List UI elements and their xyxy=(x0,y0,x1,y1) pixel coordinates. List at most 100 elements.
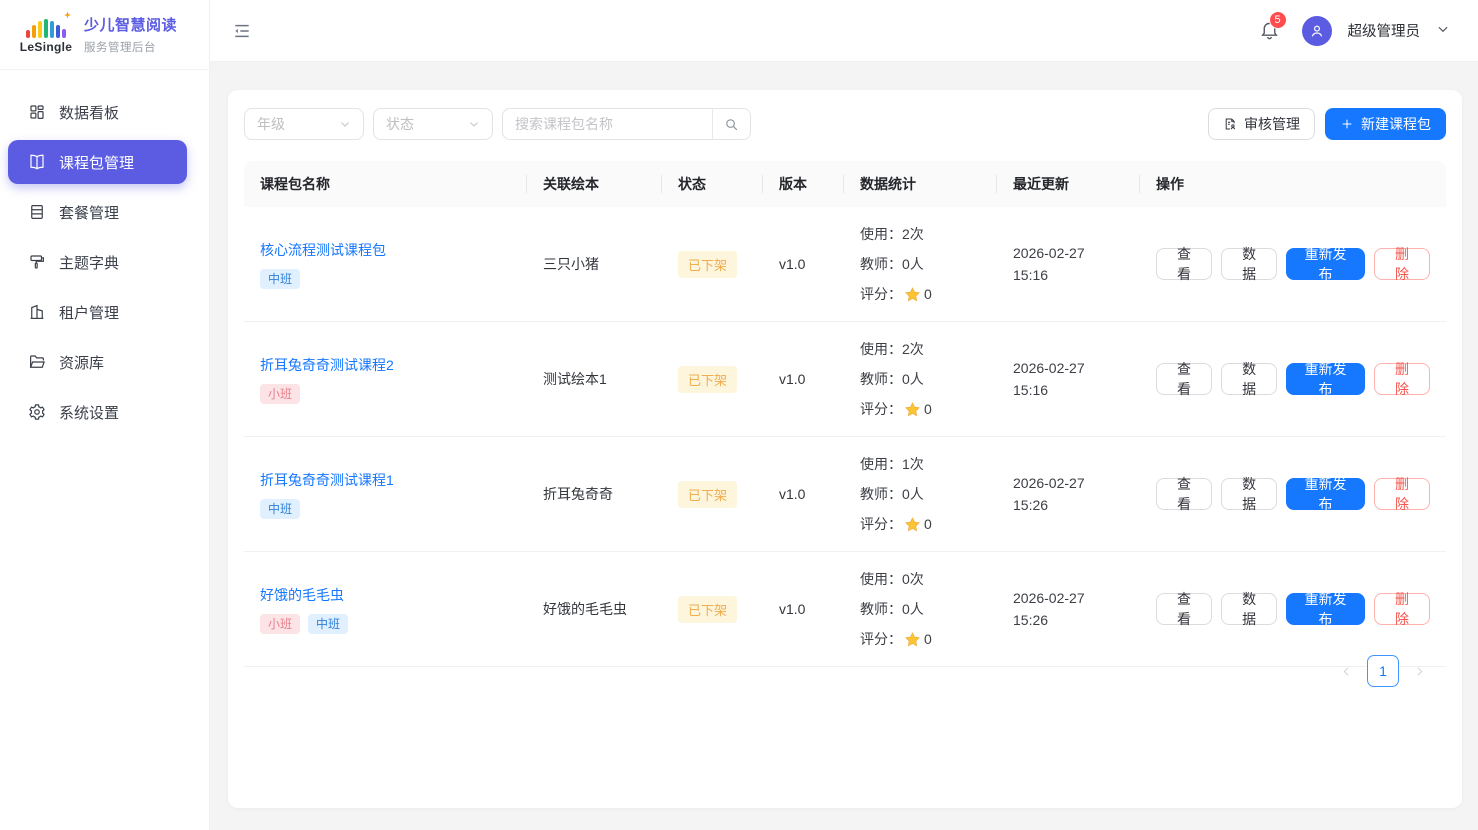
data-button[interactable]: 数 据 xyxy=(1221,593,1277,625)
delete-button[interactable]: 删 除 xyxy=(1374,248,1430,280)
create-course-package-button[interactable]: 新建课程包 xyxy=(1325,108,1446,140)
sidebar-item-label: 主题字典 xyxy=(59,252,119,273)
chevron-down-icon xyxy=(1436,22,1450,36)
republish-button[interactable]: 重新发布 xyxy=(1286,248,1365,280)
chevron-right-icon xyxy=(1413,665,1426,678)
previous-page-button[interactable] xyxy=(1340,665,1353,678)
package-name-link[interactable]: 好饿的毛毛虫 xyxy=(260,585,344,605)
teacher-value: 0人 xyxy=(902,594,924,624)
teacher-value: 0人 xyxy=(902,479,924,509)
book-name: 测试绘本1 xyxy=(527,369,662,389)
sidebar-item-tenant-management[interactable]: 租户管理 xyxy=(8,290,187,334)
package-list-icon xyxy=(28,203,46,221)
gear-icon xyxy=(28,403,46,421)
delete-button[interactable]: 删 除 xyxy=(1374,363,1430,395)
notification-count-badge: 5 xyxy=(1269,11,1287,29)
teacher-value: 0人 xyxy=(902,249,924,279)
content-card: 年级 状态 审核管理 新建课程包 xyxy=(228,90,1462,808)
updated-time: 15:26 xyxy=(1013,609,1124,631)
table-row: 核心流程测试课程包 中班 三只小猪 已下架 v1.0 使用：2次 教师：0人 评… xyxy=(244,207,1446,322)
sidebar-item-dashboard[interactable]: 数据看板 xyxy=(8,90,187,134)
pagination: 1 xyxy=(1340,655,1426,687)
updated-time: 15:16 xyxy=(1013,264,1124,286)
delete-button[interactable]: 删 除 xyxy=(1374,593,1430,625)
filter-bar: 年级 状态 审核管理 新建课程包 xyxy=(244,108,1446,140)
sidebar-item-resource-library[interactable]: 资源库 xyxy=(8,340,187,384)
book-name: 折耳兔奇奇 xyxy=(527,484,662,504)
search-icon xyxy=(724,117,739,132)
chevron-down-icon xyxy=(468,118,480,130)
book-icon xyxy=(28,153,46,171)
page-number-button[interactable]: 1 xyxy=(1367,655,1399,687)
column-header-version: 版本 xyxy=(763,174,844,194)
package-name-link[interactable]: 核心流程测试课程包 xyxy=(260,240,386,260)
view-button[interactable]: 查 看 xyxy=(1156,593,1212,625)
updated-date: 2026-02-27 xyxy=(1013,357,1124,379)
sidebar-item-label: 课程包管理 xyxy=(59,152,134,173)
view-button[interactable]: 查 看 xyxy=(1156,363,1212,395)
package-name-link[interactable]: 折耳兔奇奇测试课程2 xyxy=(260,355,394,375)
star-icon xyxy=(904,516,921,533)
data-button[interactable]: 数 据 xyxy=(1221,363,1277,395)
view-button[interactable]: 查 看 xyxy=(1156,248,1212,280)
grade-select[interactable]: 年级 xyxy=(244,108,364,140)
next-page-button[interactable] xyxy=(1413,665,1426,678)
status-badge: 已下架 xyxy=(678,481,737,508)
audit-management-button[interactable]: 审核管理 xyxy=(1208,108,1315,140)
delete-button[interactable]: 删 除 xyxy=(1374,478,1430,510)
republish-button[interactable]: 重新发布 xyxy=(1286,363,1365,395)
search-field xyxy=(502,108,751,140)
sidebar-item-system-settings[interactable]: 系统设置 xyxy=(8,390,187,434)
sidebar-item-label: 租户管理 xyxy=(59,302,119,323)
sidebar-item-plan-management[interactable]: 套餐管理 xyxy=(8,190,187,234)
status-select[interactable]: 状态 xyxy=(373,108,493,140)
status-badge: 已下架 xyxy=(678,366,737,393)
updated-time: 15:16 xyxy=(1013,379,1124,401)
sidebar-item-course-packages[interactable]: 课程包管理 xyxy=(8,140,187,184)
star-icon xyxy=(904,401,921,418)
teacher-value: 0人 xyxy=(902,364,924,394)
search-button[interactable] xyxy=(712,109,750,139)
sidebar-item-label: 数据看板 xyxy=(59,102,119,123)
rating-value: 0 xyxy=(924,509,932,539)
notification-bell-button[interactable]: 5 xyxy=(1259,19,1280,43)
folder-icon xyxy=(28,353,46,371)
usage-value: 1次 xyxy=(902,449,924,479)
column-header-actions: 操作 xyxy=(1140,174,1446,194)
data-button[interactable]: 数 据 xyxy=(1221,248,1277,280)
search-input[interactable] xyxy=(503,109,712,139)
sidebar-collapse-button[interactable] xyxy=(232,21,252,41)
usage-value: 2次 xyxy=(902,219,924,249)
menu-fold-icon xyxy=(232,21,252,41)
user-name[interactable]: 超级管理员 xyxy=(1348,20,1421,41)
book-name: 好饿的毛毛虫 xyxy=(527,599,662,619)
rating-value: 0 xyxy=(924,624,932,654)
package-name-link[interactable]: 折耳兔奇奇测试课程1 xyxy=(260,470,394,490)
column-header-stats: 数据统计 xyxy=(844,174,997,194)
updated-date: 2026-02-27 xyxy=(1013,242,1124,264)
data-button[interactable]: 数 据 xyxy=(1221,478,1277,510)
paint-roller-icon xyxy=(28,253,46,271)
sidebar-item-theme-dictionary[interactable]: 主题字典 xyxy=(8,240,187,284)
user-avatar[interactable] xyxy=(1302,16,1332,46)
table-header: 课程包名称 关联绘本 状态 版本 数据统计 最近更新 操作 xyxy=(244,161,1446,207)
sidebar-item-label: 资源库 xyxy=(59,352,104,373)
grade-select-placeholder: 年级 xyxy=(257,114,285,134)
top-header: 5 超级管理员 xyxy=(210,0,1478,62)
usage-value: 0次 xyxy=(902,564,924,594)
table-row: 折耳兔奇奇测试课程1 中班 折耳兔奇奇 已下架 v1.0 使用：1次 教师：0人… xyxy=(244,437,1446,552)
table-row: 折耳兔奇奇测试课程2 小班 测试绘本1 已下架 v1.0 使用：2次 教师：0人… xyxy=(244,322,1446,437)
user-menu-toggle[interactable] xyxy=(1436,22,1450,39)
column-header-updated: 最近更新 xyxy=(997,174,1140,194)
column-header-status: 状态 xyxy=(662,174,763,194)
updated-date: 2026-02-27 xyxy=(1013,587,1124,609)
view-button[interactable]: 查 看 xyxy=(1156,478,1212,510)
star-icon xyxy=(904,286,921,303)
dashboard-icon xyxy=(28,103,46,121)
version: v1.0 xyxy=(763,486,844,502)
grade-tag: 小班 xyxy=(260,614,300,634)
republish-button[interactable]: 重新发布 xyxy=(1286,593,1365,625)
status-badge: 已下架 xyxy=(678,251,737,278)
republish-button[interactable]: 重新发布 xyxy=(1286,478,1365,510)
user-icon xyxy=(1309,23,1325,39)
